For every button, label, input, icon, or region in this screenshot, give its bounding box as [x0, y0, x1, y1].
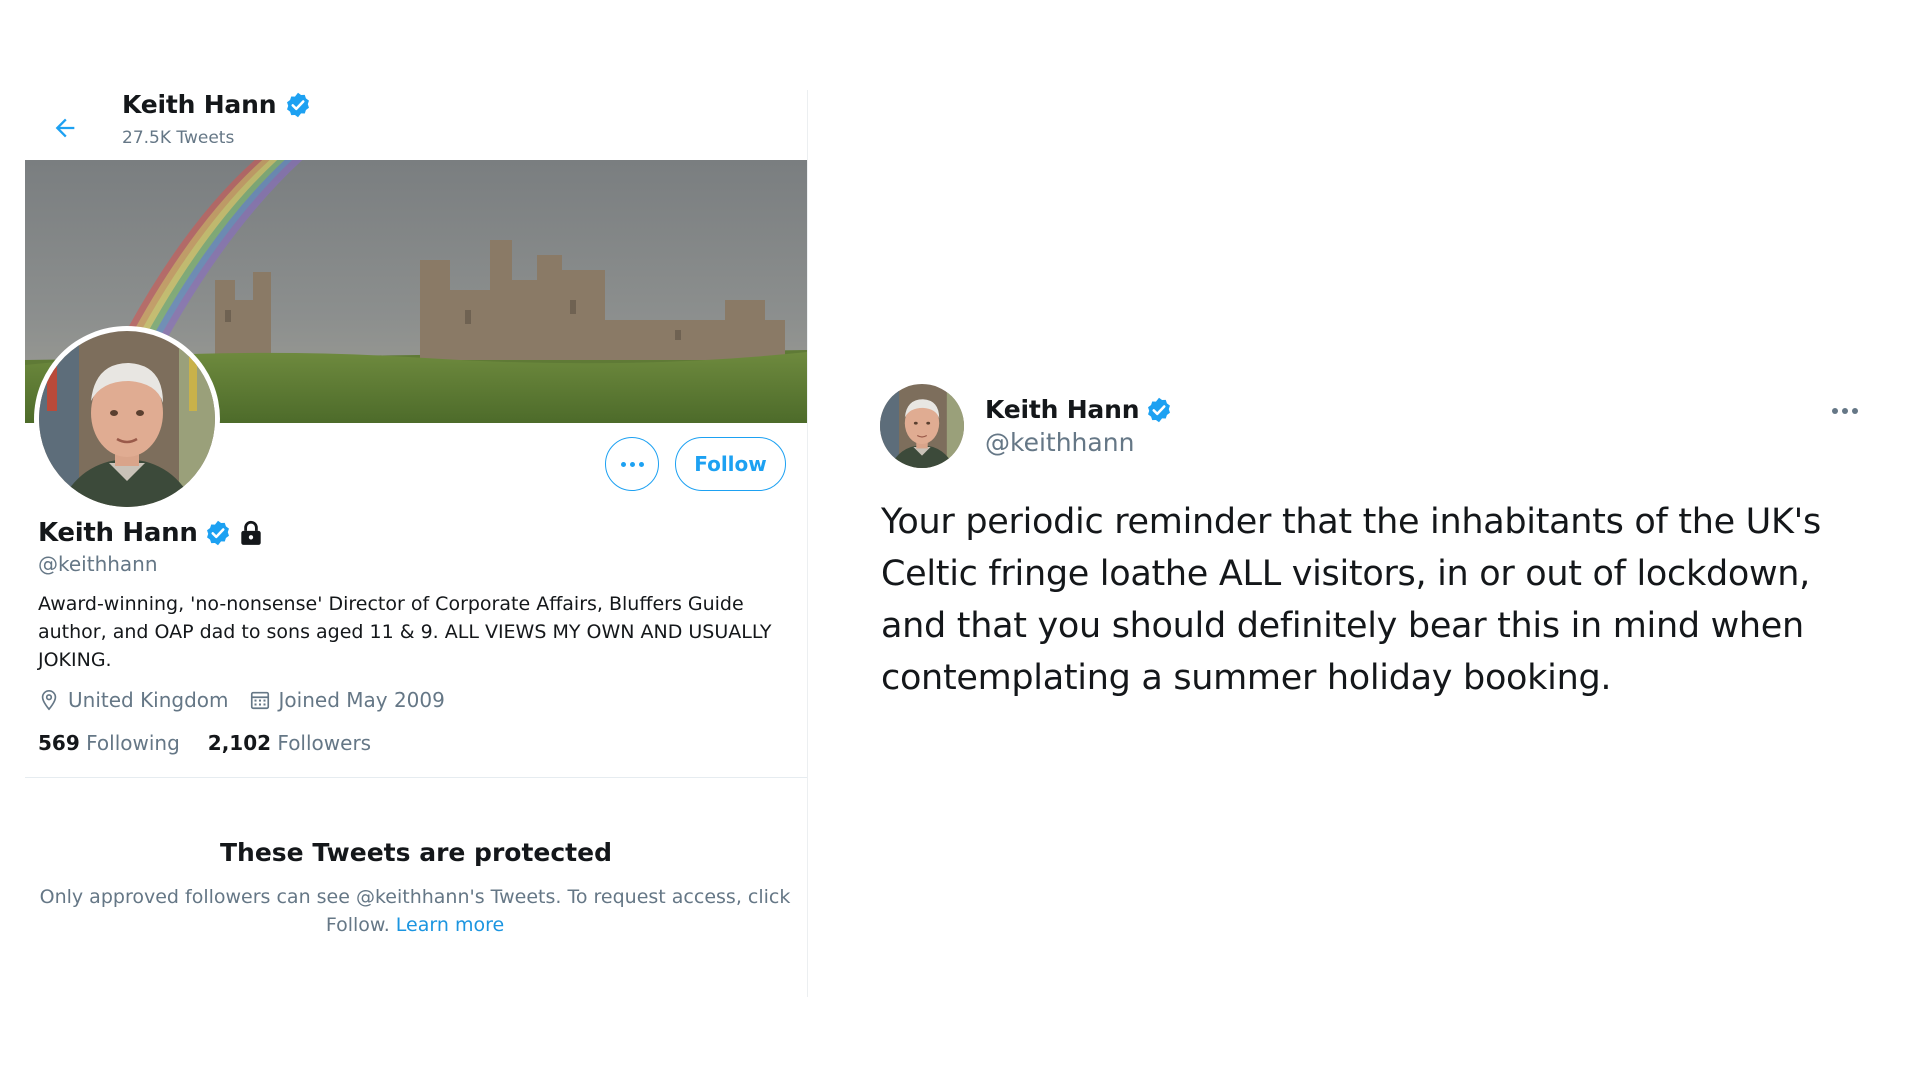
- header-name-row: Keith Hann: [122, 90, 312, 119]
- joined-item: Joined May 2009: [249, 688, 445, 712]
- more-options-icon: [1832, 408, 1838, 414]
- following-count: 569: [38, 731, 80, 755]
- tweet-card: Keith Hann @keithhann Your periodic remi…: [880, 370, 1880, 730]
- divider: [25, 777, 807, 778]
- location-text: United Kingdom: [68, 688, 229, 712]
- profile-header-bar: Keith Hann 27.5K Tweets: [25, 90, 807, 160]
- tweet-text: Your periodic reminder that the inhabita…: [881, 502, 1821, 698]
- tweet-avatar[interactable]: [880, 384, 964, 468]
- protected-message: Only approved followers can see @keithha…: [39, 883, 791, 939]
- header-tweet-count: 27.5K Tweets: [122, 128, 235, 148]
- profile-avatar[interactable]: [34, 326, 220, 512]
- profile-bio: Award-winning, 'no-nonsense' Director of…: [38, 593, 772, 671]
- tweet-author-handle[interactable]: @keithhann: [985, 428, 1134, 457]
- verified-badge-icon: [287, 92, 310, 117]
- verified-badge-icon: [206, 520, 229, 546]
- avatar-image: [39, 331, 215, 507]
- profile-name-row: Keith Hann: [38, 518, 264, 548]
- followers-count: 2,102: [207, 731, 272, 755]
- back-arrow-icon: [55, 118, 75, 138]
- profile-handle: @keithhann: [38, 552, 158, 576]
- profile-name: Keith Hann: [38, 518, 198, 548]
- header-name: Keith Hann: [122, 90, 277, 119]
- tweet-author-name[interactable]: Keith Hann: [985, 395, 1140, 424]
- back-button[interactable]: [45, 108, 85, 148]
- more-options-icon: [620, 461, 626, 467]
- location-item: United Kingdom: [38, 688, 229, 712]
- followers-label: Followers: [277, 731, 372, 755]
- profile-stats: 569 Following 2,102 Followers: [38, 731, 371, 755]
- joined-text: Joined May 2009: [278, 688, 445, 712]
- calendar-icon: [250, 691, 269, 710]
- lock-icon: [240, 520, 261, 545]
- followers-stat[interactable]: 2,102 Followers: [208, 731, 371, 755]
- following-label: Following: [86, 731, 180, 755]
- follow-button[interactable]: Follow: [675, 437, 786, 491]
- verified-badge-icon: [1148, 397, 1171, 422]
- tweet-more-button[interactable]: [1828, 400, 1862, 422]
- profile-panel: Keith Hann 27.5K Tweets Follow Keith Han…: [25, 90, 808, 997]
- learn-more-link[interactable]: Learn more: [396, 914, 504, 936]
- profile-more-button[interactable]: [605, 437, 659, 491]
- avatar-image: [880, 384, 964, 468]
- protected-title: These Tweets are protected: [220, 838, 612, 867]
- location-pin-icon: [41, 690, 57, 711]
- profile-meta: United Kingdom Joined May 2009: [38, 688, 465, 712]
- tweet-name-row: Keith Hann: [985, 395, 1173, 424]
- following-stat[interactable]: 569 Following: [38, 731, 180, 755]
